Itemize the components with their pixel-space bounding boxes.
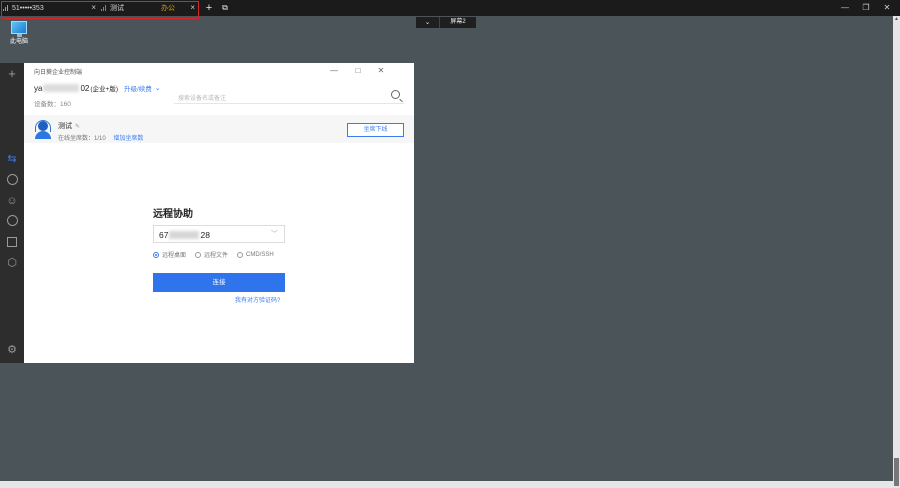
- verification-code-link[interactable]: 我有对方验证码?: [235, 295, 280, 304]
- scroll-thumb[interactable]: [894, 458, 899, 486]
- seat-offline-button[interactable]: 坐席下线: [347, 123, 404, 137]
- remote-assist-title: 远程协助: [153, 209, 193, 220]
- clock-icon[interactable]: [5, 173, 19, 187]
- screen-switcher: ⌄ 屏幕2: [416, 17, 476, 28]
- top-tab-bar: 51•••••353 × 测试 办公 × + ⧉ — ❐ ✕: [0, 0, 900, 16]
- restore-button[interactable]: ❐: [859, 2, 873, 14]
- chevron-down-icon[interactable]: ﹀: [271, 229, 278, 239]
- edit-icon[interactable]: ✎: [75, 124, 80, 130]
- search-placeholder: 搜索设备名或备注: [178, 96, 227, 102]
- redacted-text: [43, 84, 80, 92]
- session-tab-label: 测试: [110, 5, 124, 12]
- seat-name-label: 测试: [58, 123, 72, 130]
- online-seats: 在线坐席数：1/10 增加坐席数: [58, 133, 143, 142]
- minimize-button[interactable]: —: [838, 2, 852, 14]
- device-count: 设备数：160: [34, 101, 71, 108]
- close-icon[interactable]: ×: [91, 3, 96, 12]
- radio-label: 远程桌面: [162, 253, 187, 259]
- add-icon[interactable]: +: [5, 67, 19, 81]
- app-sidebar: + ⇆ ☺ ⬡ ⚙: [0, 63, 24, 363]
- edition-label: (企业+版): [90, 86, 118, 93]
- online-seats-label: 在线坐席数：1/10: [58, 136, 106, 142]
- desktop-icon-label: 此电脑: [9, 39, 28, 45]
- signal-icon: [3, 5, 10, 11]
- box-icon[interactable]: ⬡: [5, 256, 19, 270]
- users-icon[interactable]: ☺: [5, 194, 19, 208]
- agent-avatar-icon: [34, 119, 52, 139]
- session-tab-label: 51•••••353: [12, 4, 44, 12]
- close-icon[interactable]: ×: [190, 3, 195, 12]
- remote-id-suffix: 28: [200, 230, 210, 240]
- screen-label[interactable]: 屏幕2: [440, 17, 476, 28]
- account-name-suffix: 02: [80, 83, 90, 93]
- session-tab-1[interactable]: 51•••••353 ×: [3, 2, 96, 14]
- settings-icon[interactable]: ⚙: [5, 343, 19, 357]
- upgrade-link[interactable]: 升级/续费: [124, 83, 152, 93]
- increase-seats-link[interactable]: 增加坐席数: [113, 136, 143, 142]
- connect-button[interactable]: 连接: [153, 273, 285, 292]
- horizontal-scrollbar[interactable]: [0, 481, 893, 488]
- grid-icon[interactable]: [5, 235, 19, 249]
- session-tab-badge: 办公: [161, 5, 175, 12]
- scroll-up-icon[interactable]: ▲: [893, 16, 900, 23]
- minimize-button[interactable]: —: [328, 65, 340, 77]
- seat-status-bar: 测试 ✎ 在线坐席数：1/10 增加坐席数 坐席下线: [24, 115, 414, 143]
- vertical-scrollbar[interactable]: ▲: [893, 16, 900, 488]
- close-window-button[interactable]: ✕: [880, 2, 894, 14]
- computer-icon: [11, 21, 27, 37]
- radio-cmd-ssh[interactable]: CMD/SSH: [237, 250, 274, 259]
- radio-label: 远程文件: [204, 253, 229, 259]
- connection-type-group: 远程桌面 远程文件 CMD/SSH: [153, 250, 274, 259]
- remote-id-input[interactable]: 67 28 ﹀: [153, 225, 285, 243]
- radio-label: CMD/SSH: [246, 251, 274, 258]
- app-window: 向日葵企业控制端 — □ ✕ ya 02 (企业+版) 升级/续费 ⌄ 设备数：…: [24, 63, 414, 363]
- session-tab-2[interactable]: 测试 办公 ×: [101, 2, 195, 14]
- signal-icon: [101, 5, 108, 11]
- account-name-prefix: ya: [34, 83, 43, 93]
- radio-remote-file[interactable]: 远程文件: [195, 250, 228, 259]
- remote-control-icon[interactable]: ⇆: [5, 152, 19, 166]
- seat-name: 测试 ✎: [58, 121, 80, 131]
- search-input[interactable]: 搜索设备名或备注: [174, 88, 404, 104]
- app-titlebar: 向日葵企业控制端 — □ ✕: [24, 63, 414, 79]
- add-tab-button[interactable]: +: [203, 2, 215, 14]
- chevron-down-icon[interactable]: ⌄: [416, 17, 440, 28]
- support-icon[interactable]: [5, 214, 19, 228]
- chevron-down-icon[interactable]: ⌄: [155, 84, 161, 92]
- copy-icon[interactable]: ⧉: [219, 2, 231, 14]
- search-icon[interactable]: [391, 90, 400, 99]
- app-title: 向日葵企业控制端: [34, 70, 83, 76]
- radio-dot: [153, 251, 159, 258]
- redacted-text: [169, 231, 200, 239]
- maximize-button[interactable]: □: [352, 65, 364, 77]
- close-button[interactable]: ✕: [375, 65, 387, 77]
- desktop-icon-this-pc[interactable]: 此电脑: [7, 21, 31, 45]
- radio-dot: [195, 251, 202, 258]
- account-info: ya 02 (企业+版) 升级/续费 ⌄: [34, 83, 161, 94]
- radio-remote-desktop[interactable]: 远程桌面: [153, 250, 186, 259]
- radio-dot: [237, 251, 244, 258]
- remote-id-prefix: 67: [159, 230, 169, 240]
